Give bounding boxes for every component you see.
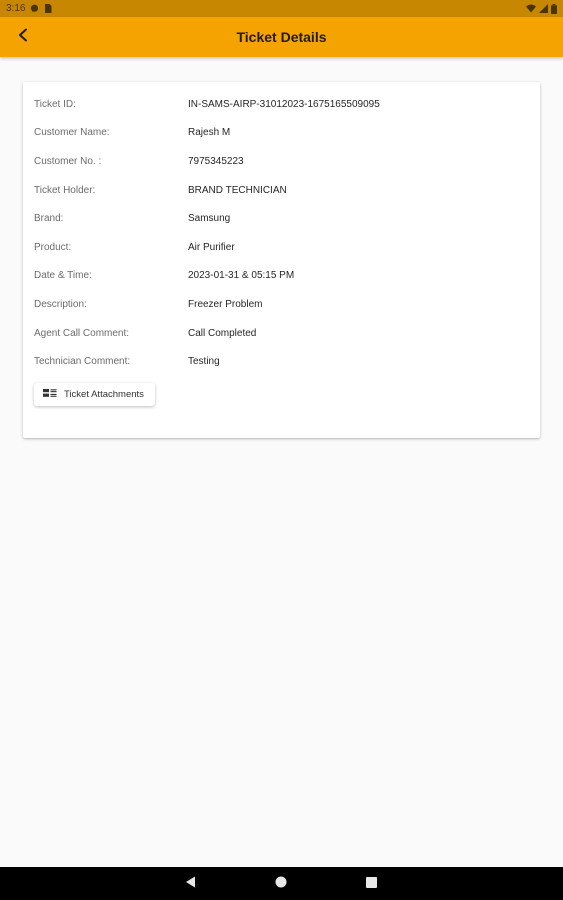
- ticket-details-card: Ticket ID: IN-SAMS-AIRP-31012023-1675165…: [23, 82, 540, 438]
- detail-label: Ticket Holder:: [34, 184, 96, 196]
- recents-square-icon: [365, 875, 377, 893]
- page-title: Ticket Details: [236, 29, 327, 45]
- detail-label: Customer No. :: [34, 155, 102, 167]
- detail-label: Technician Comment:: [34, 356, 131, 368]
- attachments-grid-icon: [43, 389, 57, 400]
- detail-value: Testing: [188, 356, 220, 368]
- ticket-attachments-button[interactable]: Ticket Attachments: [34, 383, 155, 406]
- detail-label: Date & Time:: [34, 270, 92, 282]
- nav-back-button[interactable]: [182, 875, 200, 893]
- detail-value: BRAND TECHNICIAN: [188, 184, 287, 196]
- detail-row-customer-no: Customer No. : 7975345223: [23, 147, 540, 176]
- detail-row-agent-call-comment: Agent Call Comment: Call Completed: [23, 319, 540, 348]
- detail-value: Rajesh M: [188, 127, 231, 139]
- detail-label: Ticket ID:: [34, 98, 76, 110]
- detail-row-ticket-id: Ticket ID: IN-SAMS-AIRP-31012023-1675165…: [23, 90, 540, 119]
- nav-recents-button[interactable]: [362, 875, 380, 893]
- signal-icon: [539, 4, 548, 13]
- detail-label: Customer Name:: [34, 127, 110, 139]
- detail-row-date-time: Date & Time: 2023-01-31 & 05:15 PM: [23, 262, 540, 291]
- app-bar: Ticket Details: [0, 17, 563, 57]
- detail-row-ticket-holder: Ticket Holder: BRAND TECHNICIAN: [23, 176, 540, 205]
- home-circle-icon: [275, 875, 287, 893]
- detail-value: Samsung: [188, 213, 231, 225]
- system-nav-bar: [0, 867, 563, 900]
- message-icon: [30, 4, 39, 13]
- detail-value: 2023-01-31 & 05:15 PM: [188, 270, 295, 282]
- detail-row-description: Description: Freezer Problem: [23, 290, 540, 319]
- detail-label: Description:: [34, 298, 87, 310]
- detail-value: Call Completed: [188, 327, 257, 339]
- detail-value: Freezer Problem: [188, 298, 263, 310]
- screen: 3:16 Ticket Details Ticket ID: IN-SAMS-A…: [0, 0, 563, 900]
- detail-value: IN-SAMS-AIRP-31012023-1675165509095: [188, 98, 380, 110]
- detail-label: Brand:: [34, 213, 64, 225]
- sim-icon: [44, 4, 52, 13]
- chevron-left-icon: [17, 28, 29, 47]
- detail-row-customer-name: Customer Name: Rajesh M: [23, 119, 540, 148]
- battery-icon: [551, 3, 557, 14]
- status-bar: 3:16: [0, 0, 563, 17]
- back-button[interactable]: [10, 24, 36, 50]
- detail-value: Air Purifier: [188, 241, 235, 253]
- ticket-attachments-label: Ticket Attachments: [64, 389, 144, 400]
- back-triangle-icon: [185, 875, 197, 893]
- details-list: Ticket ID: IN-SAMS-AIRP-31012023-1675165…: [23, 90, 540, 376]
- detail-label: Product:: [34, 241, 72, 253]
- wifi-icon: [526, 4, 536, 13]
- status-time: 3:16: [6, 3, 26, 14]
- detail-value: 7975345223: [188, 155, 244, 167]
- nav-home-button[interactable]: [272, 875, 290, 893]
- detail-row-technician-comment: Technician Comment: Testing: [23, 347, 540, 376]
- detail-row-product: Product: Air Purifier: [23, 233, 540, 262]
- detail-label: Agent Call Comment:: [34, 327, 130, 339]
- detail-row-brand: Brand: Samsung: [23, 204, 540, 233]
